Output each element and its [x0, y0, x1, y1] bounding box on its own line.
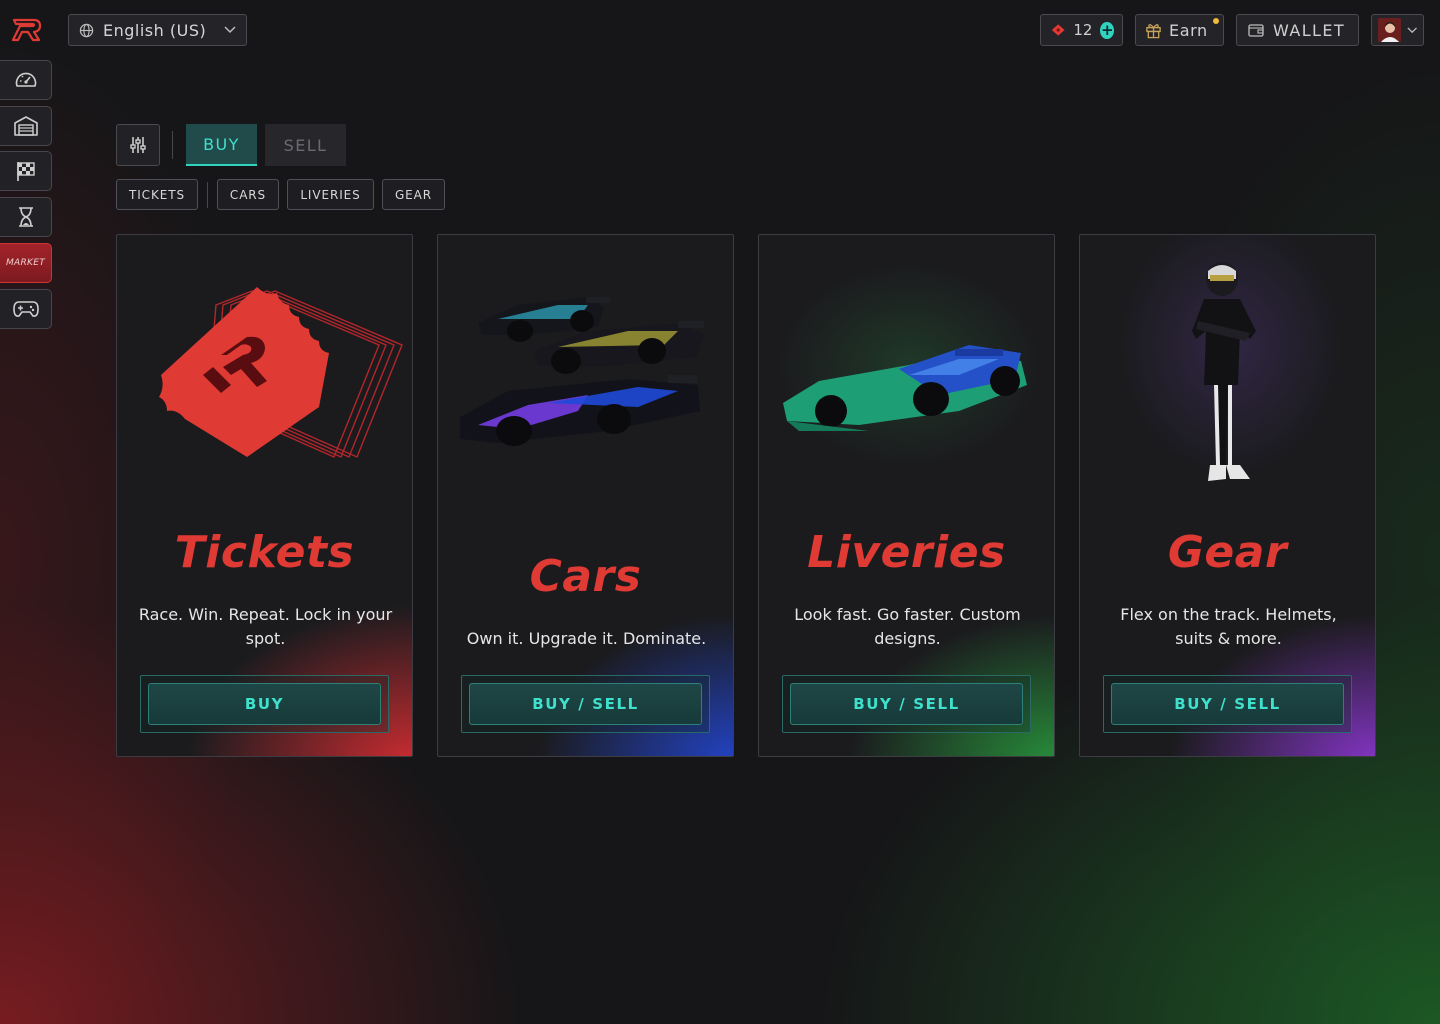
ticket-icon [1051, 24, 1065, 36]
buy-button[interactable]: BUY [148, 683, 381, 725]
tab-sell[interactable]: SELL [265, 124, 346, 166]
add-tickets-icon[interactable]: + [1100, 21, 1114, 39]
racing-logo-icon[interactable] [12, 17, 42, 43]
earn-label: Earn [1169, 20, 1208, 40]
hourglass-icon [18, 207, 33, 227]
globe-icon [79, 23, 94, 37]
card-description: Flex on the track. Helmets, suits & more… [1120, 605, 1337, 648]
sidebar-item-games[interactable] [0, 289, 52, 329]
gift-icon [1146, 23, 1161, 38]
chevron-down-icon [1407, 26, 1417, 33]
notification-dot [1213, 18, 1219, 24]
card-title: Liveries [807, 527, 1006, 578]
market-card-gear[interactable]: Gear Flex on the track. Helmets, suits &… [1079, 234, 1376, 757]
tickets-count: 12 [1073, 21, 1093, 39]
card-title: Cars [529, 551, 642, 602]
sidebar-item-garage[interactable] [0, 106, 52, 146]
category-chip-liveries[interactable]: LIVERIES [287, 179, 374, 210]
card-title: Tickets [174, 527, 355, 578]
racing-driver-illustration [1192, 262, 1256, 481]
market-card-liveries[interactable]: Liveries Look fast. Go faster. Custom de… [758, 234, 1055, 757]
garage-icon [13, 116, 38, 136]
sidebar-item-label: MARKET [5, 258, 46, 268]
race-flag-icon [16, 162, 35, 181]
cars-illustration [460, 297, 704, 446]
language-select[interactable]: English (US) [68, 14, 247, 46]
gamepad-icon [12, 301, 39, 317]
category-chip-gear[interactable]: GEAR [382, 179, 445, 210]
language-label: English (US) [103, 20, 207, 40]
divider [172, 131, 173, 159]
card-description: Race. Win. Repeat. Lock in your spot. [138, 605, 393, 648]
buy-sell-button[interactable]: BUY / SELL [790, 683, 1023, 725]
card-description: Own it. Upgrade it. Dominate. [466, 629, 707, 648]
livery-car-illustration [783, 345, 1027, 431]
tab-buy[interactable]: BUY [186, 124, 257, 166]
category-chip-tickets[interactable]: TICKETS [116, 179, 198, 210]
card-title: Gear [1167, 527, 1288, 578]
divider [207, 182, 208, 208]
sidebar-item-history[interactable] [0, 197, 52, 237]
wallet-button[interactable]: WALLET [1236, 14, 1359, 46]
buy-sell-button[interactable]: BUY / SELL [1111, 683, 1344, 725]
chevron-down-icon [224, 26, 236, 34]
sidebar-item-races[interactable] [0, 151, 52, 191]
market-card-tickets[interactable]: Tickets Race. Win. Repeat. Lock in your … [116, 234, 413, 757]
sidebar-item-market[interactable]: MARKET [0, 243, 52, 283]
market-card-cars[interactable]: Cars Own it. Upgrade it. Dominate. BUY /… [437, 234, 734, 757]
card-description: Look fast. Go faster. Custom designs. [794, 605, 1021, 648]
ticket-stack-illustration [159, 287, 403, 458]
speedometer-icon [15, 72, 36, 87]
earn-button[interactable]: Earn [1135, 14, 1224, 46]
wallet-icon [1248, 24, 1264, 37]
sidebar-item-dashboard[interactable] [0, 60, 52, 100]
filter-button[interactable] [116, 124, 160, 166]
tickets-balance[interactable]: 12 + [1040, 14, 1123, 46]
profile-menu[interactable] [1371, 14, 1424, 46]
buy-sell-button[interactable]: BUY / SELL [469, 683, 702, 725]
category-chip-cars[interactable]: CARS [217, 179, 279, 210]
sliders-icon [130, 137, 146, 153]
wallet-label: WALLET [1273, 20, 1346, 40]
avatar [1378, 18, 1401, 42]
